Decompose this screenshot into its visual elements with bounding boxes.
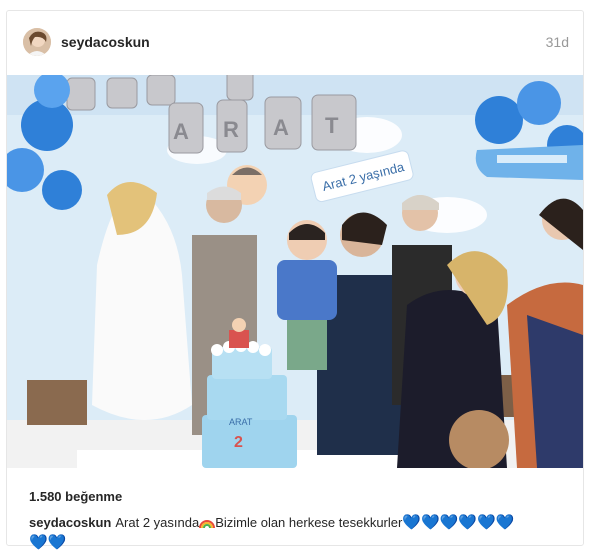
instagram-post-card: seydacoskun 31d A R A T Arat 2 yaşında A… [6,10,584,551]
rainbow-icon [199,515,216,534]
cake-number: 2 [234,434,243,451]
post-username[interactable]: seydacoskun [61,34,150,50]
cake-name-text: ARAT [229,417,253,427]
balloon-letter-a2: A [273,115,289,140]
balloon-letter-a: A [173,119,189,144]
balloon-letter-t: T [325,113,339,138]
likes-count[interactable]: 1.580 beğenme [29,489,122,504]
caption-text-part1: Arat 2 yasında [115,515,200,530]
post-photo[interactable]: A R A T Arat 2 yaşında ARAT 2 [7,75,583,468]
profile-avatar[interactable] [23,28,51,56]
blue-hearts-line1: 💙💙💙💙💙💙 [402,514,515,531]
post-timestamp[interactable]: 31d [546,34,569,50]
post-caption: seydacoskun Arat 2 yasında Bizimle olan he… [29,514,569,552]
caption-username[interactable]: seydacoskun [29,515,111,530]
blue-hearts-line2: 💙💙 [29,534,67,551]
balloon-letter-r: R [223,117,239,142]
caption-text-part2: Bizimle olan herkese tesekkurler [215,515,403,530]
post-header: seydacoskun 31d [7,11,583,75]
